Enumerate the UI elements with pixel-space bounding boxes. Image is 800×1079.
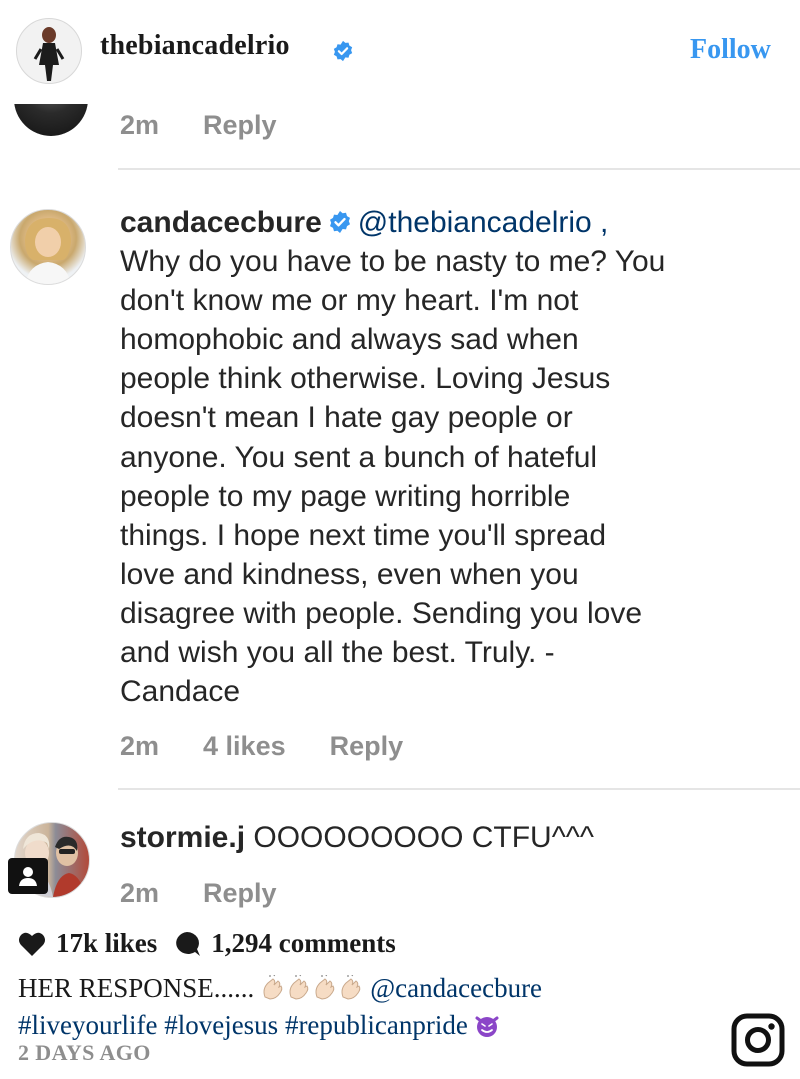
comment-mention[interactable]: @thebiancadelrio , bbox=[358, 206, 609, 239]
smiling-devil-emoji bbox=[474, 1012, 500, 1046]
clapping-hands-emoji bbox=[260, 973, 364, 1009]
comment-time: 2m bbox=[120, 878, 160, 908]
comment-text: Why do you have to be nasty to me? You d… bbox=[120, 245, 666, 709]
likes-count: 17k likes bbox=[56, 928, 158, 958]
comment-candacecbure: candacecbure @thebiancadelrio , Why do y… bbox=[120, 203, 780, 711]
caption-mention[interactable]: @candacecbure bbox=[370, 973, 542, 1003]
caption-lead: HER RESPONSE...... bbox=[18, 973, 255, 1003]
comment-meta: 2m Reply bbox=[120, 878, 277, 909]
verified-icon bbox=[333, 40, 353, 62]
comment-stormie-j: stormie.j OOOOOOOOO CTFU^^^ bbox=[120, 818, 780, 857]
post-header: thebiancadelrio Follow bbox=[0, 0, 800, 104]
comment-bubble-icon bbox=[176, 931, 201, 956]
heart-icon bbox=[19, 932, 45, 956]
post-stats: 17k likes 1,294 comments bbox=[18, 928, 412, 959]
comment-meta: 2m 4 likes Reply bbox=[120, 731, 403, 762]
comments-stat[interactable]: 1,294 comments bbox=[173, 928, 396, 959]
follow-button[interactable]: Follow bbox=[690, 34, 771, 66]
reply-button[interactable]: Reply bbox=[203, 878, 277, 909]
comment-time: 2m bbox=[120, 110, 160, 140]
comment-text: OOOOOOOOO CTFU^^^ bbox=[253, 821, 594, 854]
commenter-avatar-candacecbure[interactable] bbox=[10, 209, 86, 285]
post-caption: HER RESPONSE...... @candacecbure #liveyo… bbox=[18, 972, 718, 1046]
comments-count: 1,294 comments bbox=[211, 928, 396, 958]
verified-icon bbox=[329, 211, 350, 233]
comment-time: 2m bbox=[120, 731, 160, 761]
instagram-logo[interactable] bbox=[730, 1012, 786, 1068]
likes-count-button[interactable]: 4 likes bbox=[203, 731, 286, 762]
post-author-username[interactable]: thebiancadelrio bbox=[100, 30, 290, 62]
caption-hashtags[interactable]: #liveyourlife #lovejesus #republicanprid… bbox=[18, 1010, 468, 1040]
user-icon bbox=[8, 858, 48, 894]
reply-button[interactable]: Reply bbox=[330, 731, 404, 762]
reply-button[interactable]: Reply bbox=[203, 110, 277, 141]
comment-username[interactable]: candacecbure bbox=[120, 206, 322, 239]
comment-divider bbox=[118, 788, 800, 790]
post-time-ago: 2 DAYS AGO bbox=[18, 1040, 151, 1065]
profile-avatar[interactable] bbox=[16, 18, 82, 84]
likes-stat[interactable]: 17k likes bbox=[18, 928, 157, 959]
comment-divider bbox=[118, 168, 800, 170]
comment-username[interactable]: stormie.j bbox=[120, 821, 245, 854]
previous-comment-meta: 2m Reply bbox=[120, 110, 277, 141]
